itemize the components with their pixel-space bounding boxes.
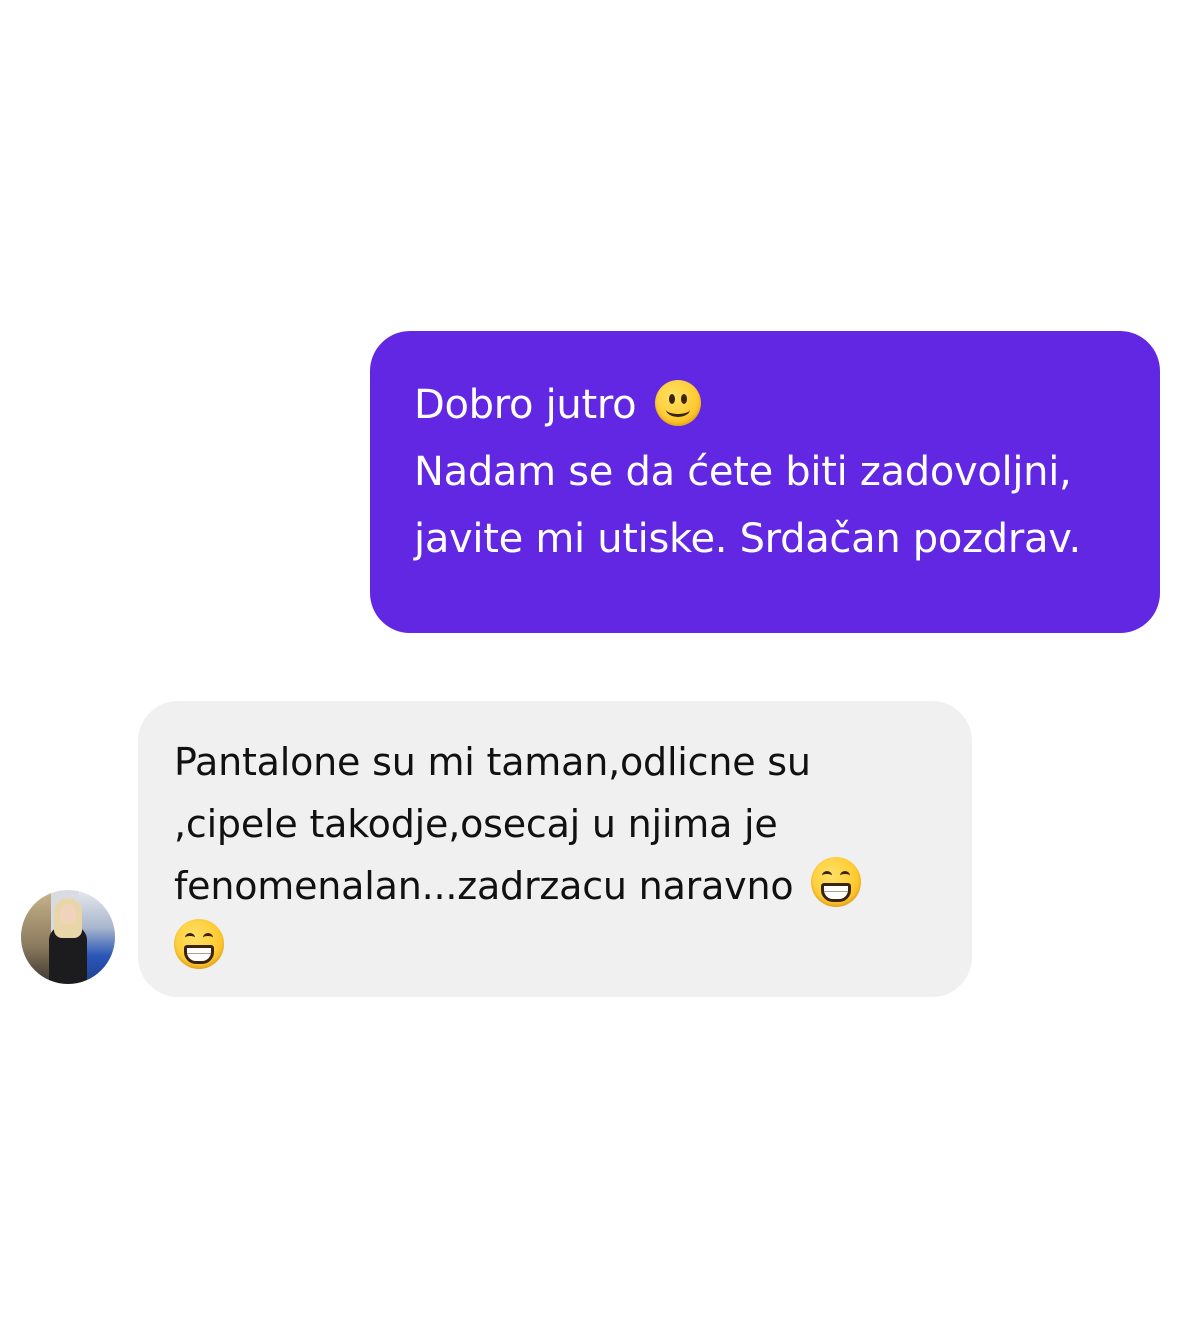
grinning-face-icon xyxy=(174,919,224,969)
message-line: Dobro jutro xyxy=(414,369,1130,442)
chat-thread: Dobro jutro Nadam se da ćete biti zadovo… xyxy=(0,0,1177,1336)
message-line: javite mi utiske. Srdačan pozdrav. xyxy=(414,516,1081,562)
grinning-face-icon xyxy=(811,857,862,907)
incoming-message-bubble[interactable]: Pantalone su mi taman,odlicne su ,cipele… xyxy=(138,701,972,997)
outgoing-message-bubble[interactable]: Dobro jutro Nadam se da ćete biti zadovo… xyxy=(370,331,1160,633)
smiling-face-icon xyxy=(654,380,701,426)
message-line: Nadam se da ćete biti zadovoljni, xyxy=(414,449,1072,495)
avatar[interactable] xyxy=(21,890,115,984)
message-line: Pantalone su mi taman,odlicne su xyxy=(174,740,811,784)
message-line: ,cipele takodje,osecaj u njima je xyxy=(174,802,778,846)
message-line: fenomenalan...zadrzacu naravno xyxy=(174,855,942,917)
message-line xyxy=(174,917,942,979)
